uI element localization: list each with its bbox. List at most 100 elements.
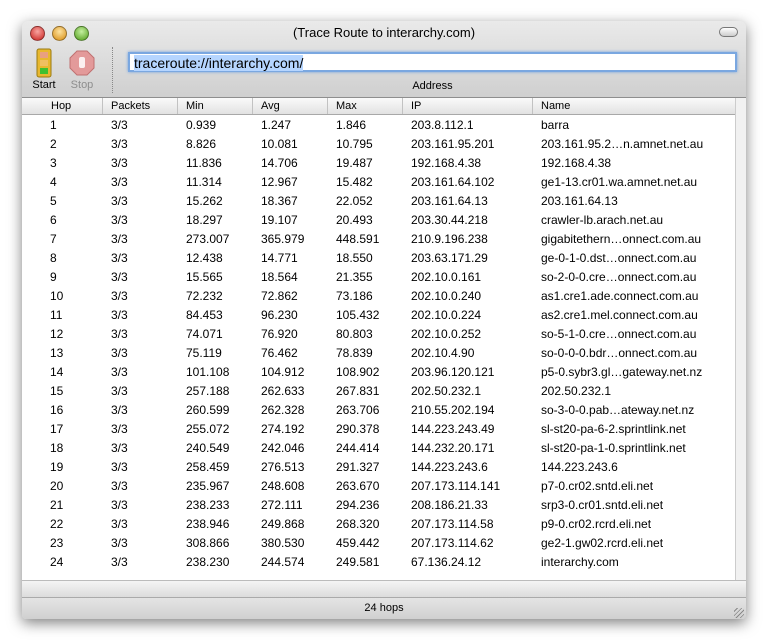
traceroute-window: (Trace Route to interarchy.com) Start St…: [22, 21, 746, 619]
column-divider[interactable]: [532, 98, 533, 114]
table-header: Hop Packets Min Avg Max IP Name: [22, 98, 735, 115]
cell-max: 15.482: [336, 175, 373, 189]
cell-min: 238.233: [186, 498, 230, 512]
vertical-scrollbar[interactable]: [735, 98, 746, 580]
cell-packets: 3/3: [111, 460, 128, 474]
resize-grip-icon[interactable]: [734, 608, 744, 618]
cell-avg: 262.633: [261, 384, 305, 398]
cell-ip: 144.223.243.6: [411, 460, 488, 474]
cell-hop: 12: [50, 327, 64, 341]
cell-packets: 3/3: [111, 365, 128, 379]
cell-packets: 3/3: [111, 517, 128, 531]
cell-avg: 274.192: [261, 422, 305, 436]
table-row[interactable]: 2 3/3 8.826 10.081 10.795 203.161.95.201 203.1…: [22, 134, 735, 153]
stop-button[interactable]: Stop: [62, 47, 102, 91]
cell-ip: 210.55.202.194: [411, 403, 495, 417]
table-row[interactable]: 18 3/3 240.549 242.046 244.414 144.232.20.171…: [22, 438, 735, 457]
cell-hop: 2: [50, 137, 57, 151]
cell-min: 308.866: [186, 536, 230, 550]
column-header-ip[interactable]: IP: [411, 100, 421, 112]
table-row[interactable]: 17 3/3 255.072 274.192 290.378 144.223.243.49…: [22, 419, 735, 438]
address-field[interactable]: traceroute://interarchy.com/: [128, 52, 737, 72]
table-row[interactable]: 10 3/3 72.232 72.862 73.186 202.10.0.240 as1.c…: [22, 286, 735, 305]
table-row[interactable]: 16 3/3 260.599 262.328 263.706 210.55.202.194…: [22, 400, 735, 419]
column-header-hop[interactable]: Hop: [51, 100, 71, 112]
cell-name: 202.50.232.1: [541, 384, 612, 398]
table-row[interactable]: 9 3/3 15.565 18.564 21.355 202.10.0.161 so-2-0…: [22, 267, 735, 286]
column-divider[interactable]: [252, 98, 253, 114]
table-row[interactable]: 24 3/3 238.230 244.574 249.581 67.136.24.12 in…: [22, 552, 735, 571]
table-row[interactable]: 8 3/3 12.438 14.771 18.550 203.63.171.29 ge-0-…: [22, 248, 735, 267]
column-header-avg[interactable]: Avg: [261, 100, 280, 112]
table-row[interactable]: 20 3/3 235.967 248.608 263.670 207.173.114.14…: [22, 476, 735, 495]
cell-max: 21.355: [336, 270, 373, 284]
cell-max: 73.186: [336, 289, 373, 303]
column-divider[interactable]: [402, 98, 403, 114]
cell-name: so-3-0-0.pab…ateway.net.nz: [541, 403, 695, 417]
cell-name: ge1-13.cr01.wa.amnet.net.au: [541, 175, 698, 189]
cell-min: 84.453: [186, 308, 223, 322]
column-header-min[interactable]: Min: [186, 100, 204, 112]
table-row[interactable]: 11 3/3 84.453 96.230 105.432 202.10.0.224 as2.…: [22, 305, 735, 324]
cell-name: sl-st20-pa-6-2.sprintlink.net: [541, 422, 686, 436]
cell-ip: 203.161.95.201: [411, 137, 495, 151]
cell-max: 267.831: [336, 384, 380, 398]
cell-max: 19.487: [336, 156, 373, 170]
cell-packets: 3/3: [111, 327, 128, 341]
table-row[interactable]: 12 3/3 74.071 76.920 80.803 202.10.0.252 so-5-…: [22, 324, 735, 343]
cell-avg: 72.862: [261, 289, 298, 303]
cell-avg: 104.912: [261, 365, 305, 379]
table-row[interactable]: 6 3/3 18.297 19.107 20.493 203.30.44.218 crawl…: [22, 210, 735, 229]
cell-hop: 7: [50, 232, 57, 246]
cell-ip: 210.9.196.238: [411, 232, 488, 246]
cell-hop: 10: [50, 289, 64, 303]
cell-ip: 202.10.0.224: [411, 308, 482, 322]
cell-min: 260.599: [186, 403, 230, 417]
cell-min: 11.314: [186, 175, 222, 189]
column-divider[interactable]: [177, 98, 178, 114]
cell-packets: 3/3: [111, 232, 128, 246]
table-row[interactable]: 22 3/3 238.946 249.868 268.320 207.173.114.58…: [22, 514, 735, 533]
cell-min: 8.826: [186, 137, 217, 151]
column-header-max[interactable]: Max: [336, 100, 357, 112]
table-row[interactable]: 19 3/3 258.459 276.513 291.327 144.223.243.6 1…: [22, 457, 735, 476]
table-row[interactable]: 5 3/3 15.262 18.367 22.052 203.161.64.13 203.1…: [22, 191, 735, 210]
cell-ip: 203.63.171.29: [411, 251, 488, 265]
cell-name: gigabitethern…onnect.com.au: [541, 232, 702, 246]
column-divider[interactable]: [327, 98, 328, 114]
cell-min: 273.007: [186, 232, 230, 246]
cell-name: crawler-lb.arach.net.au: [541, 213, 664, 227]
table-row[interactable]: 21 3/3 238.233 272.111 294.236 208.186.21.33 s…: [22, 495, 735, 514]
cell-ip: 203.96.120.121: [411, 365, 495, 379]
column-header-packets[interactable]: Packets: [111, 100, 150, 112]
cell-max: 108.902: [336, 365, 380, 379]
cell-ip: 203.161.64.13: [411, 194, 488, 208]
stop-hand-icon: [68, 47, 96, 79]
cell-ip: 202.50.232.1: [411, 384, 482, 398]
cell-packets: 3/3: [111, 270, 128, 284]
column-header-name[interactable]: Name: [541, 100, 570, 112]
table-row[interactable]: 7 3/3 273.007 365.979 448.591 210.9.196.238 gi…: [22, 229, 735, 248]
cell-hop: 4: [50, 175, 57, 189]
cell-hop: 21: [50, 498, 64, 512]
table-row[interactable]: 4 3/3 11.314 12.967 15.482 203.161.64.102 ge1-…: [22, 172, 735, 191]
cell-min: 74.071: [186, 327, 223, 341]
start-button[interactable]: Start: [24, 47, 64, 91]
table-row[interactable]: 13 3/3 75.119 76.462 78.839 202.10.4.90 so-0-0…: [22, 343, 735, 362]
cell-packets: 3/3: [111, 384, 128, 398]
cell-max: 22.052: [336, 194, 373, 208]
toolbar-toggle-button[interactable]: [719, 27, 738, 37]
table-row[interactable]: 14 3/3 101.108 104.912 108.902 203.96.120.121…: [22, 362, 735, 381]
column-divider[interactable]: [102, 98, 103, 114]
cell-packets: 3/3: [111, 555, 128, 569]
table-row[interactable]: 15 3/3 257.188 262.633 267.831 202.50.232.1 20…: [22, 381, 735, 400]
cell-min: 11.836: [186, 156, 222, 170]
table-row[interactable]: 3 3/3 11.836 14.706 19.487 192.168.4.38 192.16…: [22, 153, 735, 172]
cell-packets: 3/3: [111, 403, 128, 417]
cell-ip: 202.10.0.240: [411, 289, 482, 303]
hops-table: Hop Packets Min Avg Max IP Name 1 3/3 0.939 1.247…: [22, 98, 735, 580]
table-row[interactable]: 23 3/3 308.866 380.530 459.442 207.173.114.62…: [22, 533, 735, 552]
table-row[interactable]: 1 3/3 0.939 1.247 1.846 203.8.112.1 barra: [22, 115, 735, 134]
cell-min: 18.297: [186, 213, 223, 227]
cell-min: 257.188: [186, 384, 230, 398]
